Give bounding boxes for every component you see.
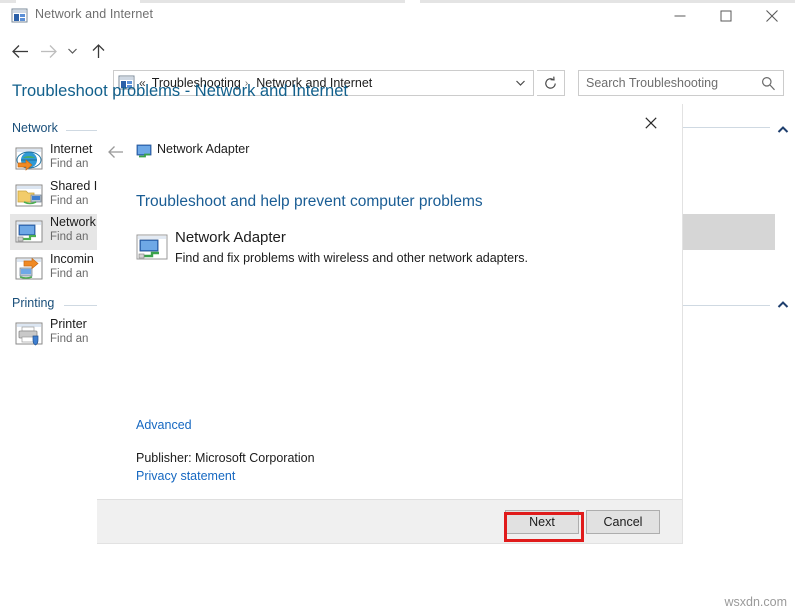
dialog-close-icon[interactable] <box>641 113 661 133</box>
close-button[interactable] <box>749 0 795 31</box>
section-header-printing: Printing <box>12 296 54 310</box>
publisher-text: Publisher: Microsoft Corporation <box>136 451 315 465</box>
control-panel-icon <box>11 8 28 24</box>
dialog-tile-subtitle: Find and fix problems with wireless and … <box>175 251 528 265</box>
dialog-tile-title: Network Adapter <box>175 229 286 246</box>
incoming-connections-icon <box>14 254 44 284</box>
address-bar-chevron-down-icon[interactable] <box>507 71 533 95</box>
list-item-title: Shared I <box>50 179 97 193</box>
dialog-button-bar: Next Cancel <box>97 499 682 543</box>
chevron-up-icon[interactable] <box>777 297 789 309</box>
dialog-breadcrumb-network-adapter-icon <box>136 143 153 159</box>
refresh-button[interactable] <box>537 70 565 96</box>
list-item-network-adapter[interactable]: Network Find an <box>10 214 98 250</box>
troubleshooter-dialog: Network Adapter Troubleshoot and help pr… <box>97 104 683 544</box>
list-item-title: Network <box>50 215 96 229</box>
cancel-button[interactable]: Cancel <box>586 510 660 534</box>
list-item-title: Internet <box>50 142 92 156</box>
section-rule-printing <box>64 305 99 306</box>
printer-icon <box>14 319 44 349</box>
list-item-subtitle: Find an <box>50 158 88 170</box>
window-root: Network and Internet <box>0 0 795 614</box>
section-header-network: Network <box>12 121 58 135</box>
window-title: Network and Internet <box>35 7 153 21</box>
list-item-subtitle: Find an <box>50 195 88 207</box>
dialog-network-adapter-icon <box>136 233 168 263</box>
next-button[interactable]: Next <box>505 510 579 534</box>
dialog-breadcrumb-label[interactable]: Network Adapter <box>157 142 249 156</box>
navigation-bar: « Troubleshooting › Network and Internet <box>0 32 795 70</box>
watermark: wsxdn.com <box>724 595 787 609</box>
forward-button <box>34 37 62 65</box>
list-item-incoming-connections[interactable]: Incomin Find an <box>10 251 98 287</box>
recent-locations-chevron-down-icon[interactable] <box>62 37 82 65</box>
list-item-title: Incomin <box>50 252 94 266</box>
list-item-subtitle: Find an <box>50 231 88 243</box>
dialog-back-button[interactable] <box>105 142 127 162</box>
back-button[interactable] <box>6 37 34 65</box>
background-section-rule-top <box>668 127 770 128</box>
title-bar: Network and Internet <box>0 0 795 32</box>
list-item-printer[interactable]: Printer Find an <box>10 316 98 352</box>
list-item-shared-folders[interactable]: Shared I Find an <box>10 178 98 214</box>
up-button[interactable] <box>84 37 112 65</box>
advanced-link[interactable]: Advanced <box>136 418 192 432</box>
maximize-button[interactable] <box>703 0 749 31</box>
chevron-up-icon[interactable] <box>777 122 789 134</box>
list-item-subtitle: Find an <box>50 333 88 345</box>
network-adapter-icon <box>14 217 44 247</box>
search-box[interactable] <box>578 70 784 96</box>
search-icon[interactable] <box>761 76 776 96</box>
page-title: Troubleshoot problems - Network and Inte… <box>12 82 348 101</box>
list-item-internet-connections[interactable]: Internet Find an <box>10 141 98 177</box>
privacy-statement-link[interactable]: Privacy statement <box>136 469 235 483</box>
internet-connections-icon <box>14 144 44 174</box>
background-section-rule-bottom <box>668 305 770 306</box>
shared-folders-icon <box>14 181 44 211</box>
list-item-subtitle: Find an <box>50 268 88 280</box>
minimize-button[interactable] <box>657 0 703 31</box>
search-input[interactable] <box>579 72 749 94</box>
dialog-heading: Troubleshoot and help prevent computer p… <box>136 193 483 211</box>
list-item-title: Printer <box>50 317 87 331</box>
section-rule-network <box>66 130 99 131</box>
